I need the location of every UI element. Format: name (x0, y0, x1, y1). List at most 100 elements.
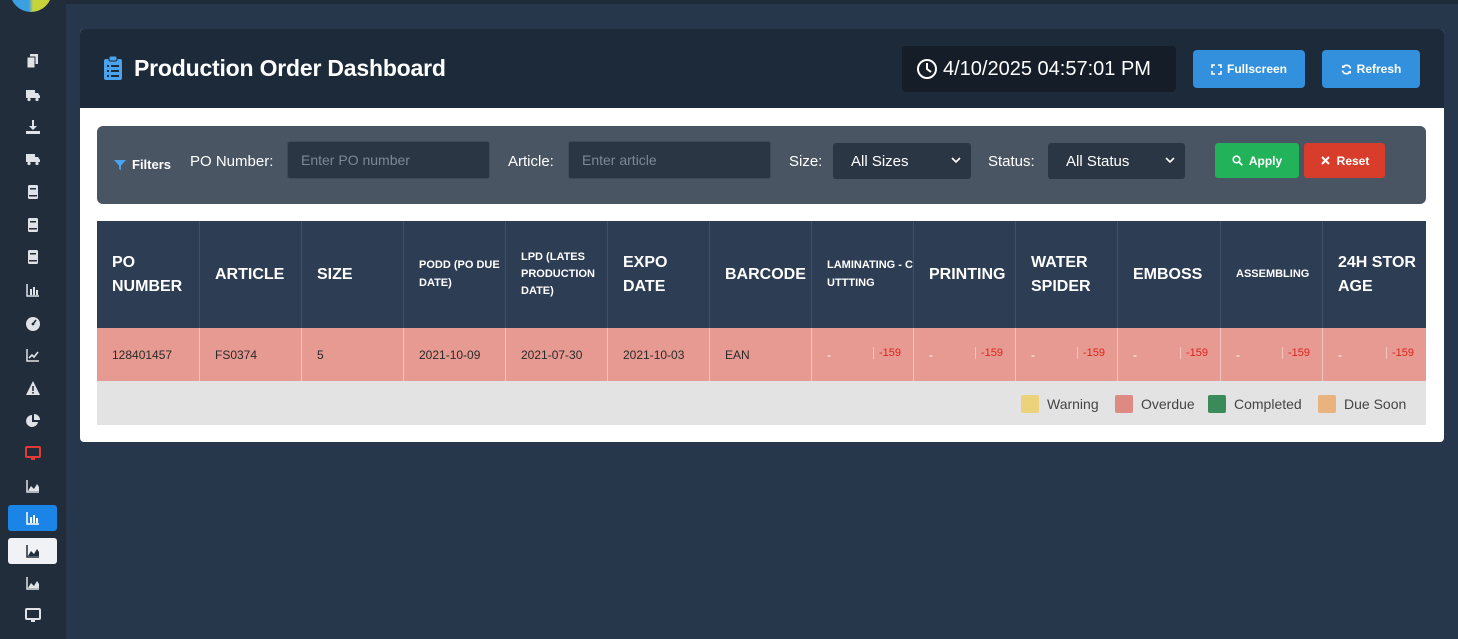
refresh-icon (1341, 64, 1351, 74)
sidebar-truck-icon[interactable] (8, 82, 57, 108)
sidebar-line-chart-icon[interactable] (8, 342, 57, 368)
col-emboss[interactable]: EMBOSS (1118, 221, 1221, 328)
stage-status: - (1338, 347, 1342, 362)
legend-swatch (1208, 395, 1226, 413)
filters-label: Filters (132, 157, 172, 172)
col-size[interactable]: SIZE (302, 221, 404, 328)
fullscreen-button[interactable]: Fullscreen (1193, 50, 1305, 88)
dashboard-card: Production Order Dashboard 4/10/2025 04:… (80, 29, 1444, 442)
legend-swatch (1318, 395, 1336, 413)
col-po-number[interactable]: PO NUMBER (97, 221, 200, 328)
legend-label: Warning (1047, 396, 1099, 412)
cell-printing: - -159 (914, 328, 1016, 381)
col-barcode[interactable]: BARCODE (710, 221, 812, 328)
apply-label: Apply (1248, 153, 1283, 168)
sidebar-bar-chart-icon[interactable] (8, 277, 57, 303)
table-row[interactable]: 128401457 FS0374 5 2021-10-09 2021-07-30… (97, 328, 1426, 381)
cell-laminating-cutting: - -159 (812, 328, 914, 381)
col-article[interactable]: ARTICLE (200, 221, 302, 328)
po-number-label: PO Number: (190, 153, 274, 170)
search-icon (1232, 155, 1243, 166)
stage-status: - (1031, 347, 1035, 362)
cell-po-number: 128401457 (97, 328, 200, 381)
cell-lpd: 2021-07-30 (506, 328, 608, 381)
col-printing[interactable]: PRINTING (914, 221, 1016, 328)
datetime-text: 4/10/2025 04:57:01 PM (943, 57, 1151, 80)
legend-warning: Warning (1021, 395, 1099, 413)
page-title: Production Order Dashboard (134, 55, 446, 81)
card-header: Production Order Dashboard 4/10/2025 04:… (80, 29, 1444, 108)
legend-completed: Completed (1208, 395, 1302, 413)
size-label: Size: (789, 153, 823, 170)
chevron-down-icon (951, 157, 961, 164)
stage-days: -159 (974, 347, 1003, 359)
sidebar-monitor-icon[interactable] (8, 440, 57, 466)
po-number-input[interactable]: Enter PO number (287, 141, 490, 179)
col-24h-storage[interactable]: 24H STORAGE (1323, 221, 1426, 328)
col-lpd[interactable]: LPD (LATES PRODUCTION DATE) (506, 221, 608, 328)
article-input[interactable]: Enter article (568, 141, 771, 179)
cell-emboss: - -159 (1118, 328, 1221, 381)
cell-podd: 2021-10-09 (404, 328, 506, 381)
legend-swatch (1115, 395, 1133, 413)
col-expo-date[interactable]: EXPO DATE (608, 221, 710, 328)
cell-24h-storage: - -159 (1323, 328, 1426, 381)
filters-tag: Filters (114, 157, 171, 172)
cell-article: FS0374 (200, 328, 302, 381)
refresh-button[interactable]: Refresh (1322, 50, 1420, 88)
table-header: PO NUMBER ARTICLE SIZE PODD (PO DUE DATE… (97, 221, 1426, 328)
sidebar-area-chart-icon[interactable] (8, 473, 57, 499)
filter-panel: Filters PO Number: Enter PO number Artic… (97, 126, 1426, 204)
col-water-spider[interactable]: WATER SPIDER (1016, 221, 1118, 328)
stage-days: -159 (1385, 347, 1414, 359)
sidebar-book-icon[interactable] (8, 179, 57, 205)
sidebar-book-icon-3[interactable] (8, 244, 57, 270)
col-assembling[interactable]: ASSEMBLING (1221, 221, 1323, 328)
size-select[interactable]: All Sizes (833, 143, 971, 179)
col-laminating-cutting[interactable]: LAMINATING - CUTTTING (812, 221, 914, 328)
apply-button[interactable]: Apply (1215, 143, 1299, 178)
expand-icon (1211, 63, 1222, 75)
clock-icon (917, 59, 937, 79)
sidebar-gauge-icon[interactable] (8, 310, 57, 336)
cell-water-spider: - -159 (1016, 328, 1118, 381)
sidebar-area-chart-icon-2[interactable] (8, 570, 57, 596)
legend-label: Overdue (1141, 396, 1195, 412)
col-podd[interactable]: PODD (PO DUE DATE) (404, 221, 506, 328)
sidebar-book-icon-2[interactable] (8, 212, 57, 238)
stage-days: -159 (1179, 347, 1208, 359)
legend-label: Completed (1234, 396, 1302, 412)
sidebar-copy-icon[interactable] (8, 48, 57, 74)
size-select-value: All Sizes (851, 152, 909, 170)
reset-label: Reset (1336, 153, 1370, 168)
status-label: Status: (988, 153, 1035, 170)
reset-button[interactable]: Reset (1304, 143, 1385, 178)
sidebar (0, 0, 66, 639)
sidebar-warning-icon[interactable] (8, 375, 57, 401)
sidebar-area-chart-icon-selected[interactable] (8, 538, 57, 564)
cell-barcode: EAN (710, 328, 812, 381)
legend-label: Due Soon (1344, 396, 1407, 412)
stage-status: - (929, 347, 933, 362)
stage-days: -159 (1076, 347, 1105, 359)
clipboard-icon (104, 56, 122, 80)
legend-overdue: Overdue (1115, 395, 1195, 413)
sidebar-download-icon[interactable] (8, 114, 57, 140)
fullscreen-label: Fullscreen (1226, 62, 1288, 76)
sidebar-monitor-icon-2[interactable] (8, 602, 57, 628)
sidebar-pie-chart-icon[interactable] (8, 408, 57, 434)
sidebar-truck-icon-2[interactable] (8, 146, 57, 172)
refresh-label: Refresh (1356, 62, 1402, 76)
close-icon (1320, 156, 1330, 165)
status-select[interactable]: All Status (1048, 143, 1185, 179)
stage-status: - (1236, 347, 1240, 362)
chevron-down-icon (1165, 157, 1175, 164)
legend: Warning Overdue Completed Due Soon (97, 381, 1426, 425)
stage-days: -159 (1281, 347, 1310, 359)
datetime-display: 4/10/2025 04:57:01 PM (902, 46, 1176, 92)
legend-due-soon: Due Soon (1318, 395, 1406, 413)
status-select-value: All Status (1066, 152, 1130, 170)
legend-swatch (1021, 395, 1039, 413)
sidebar-bar-chart-icon-active[interactable] (8, 505, 57, 531)
app-logo[interactable] (10, 0, 52, 12)
